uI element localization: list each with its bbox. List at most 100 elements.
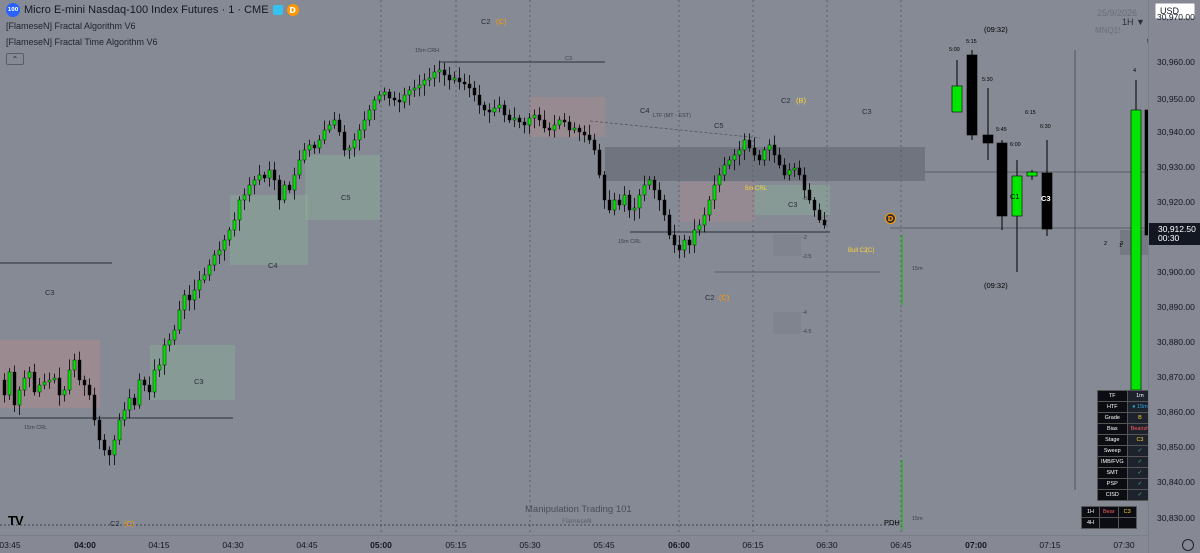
candle-body — [82, 379, 87, 386]
candle-body — [547, 127, 552, 131]
status-key: IMB/FVG — [1097, 456, 1128, 468]
candle-body — [122, 409, 127, 421]
symbol-header[interactable]: 100 Micro E-mini Nasdaq-100 Index Future… — [6, 3, 299, 17]
chevron-up-icon: ⌃ — [11, 54, 19, 64]
candle-body — [807, 189, 812, 201]
collapse-legend-button[interactable]: ⌃ — [6, 53, 24, 65]
status-key: PSP — [1097, 478, 1128, 490]
candle-body — [462, 81, 467, 85]
demand-zone — [305, 155, 380, 220]
candle-body — [367, 109, 372, 121]
status-key: SMT — [1097, 467, 1128, 479]
label-c2-b-tag: (B) — [796, 96, 806, 105]
price-tick: 30,900.00 — [1157, 267, 1195, 277]
candle-body — [702, 214, 707, 226]
label-c5-left: C5 — [341, 193, 351, 202]
label-c4-mid: C4 — [640, 106, 650, 115]
candle-body — [562, 119, 567, 123]
symbol-title[interactable]: Micro E-mini Nasdaq-100 Index Futures · … — [24, 4, 269, 16]
indicator-legend-2[interactable]: [FlameseN] Fractal Time Algorithm V6 — [6, 37, 158, 47]
delayed-data-badge[interactable]: D — [286, 4, 299, 16]
candle-body — [447, 74, 452, 81]
htf-cell: 1H — [1081, 506, 1100, 518]
candle-body — [727, 159, 732, 166]
candle-body — [457, 77, 462, 83]
candle-body — [287, 184, 292, 191]
label-n2: 2 — [1104, 241, 1108, 247]
label-pdh: PDH — [884, 518, 900, 527]
candle-body — [632, 207, 637, 211]
candle-body — [282, 184, 287, 201]
candle-body — [22, 377, 27, 391]
label-c3-htf: C3 — [1041, 194, 1051, 203]
status-value: ✓ — [1126, 478, 1148, 490]
label-15m-crl-mid: 15m CRL — [618, 239, 642, 245]
candle-body — [657, 189, 662, 201]
candle-body — [372, 99, 377, 111]
label-5m-crl: 5m CRL — [745, 186, 768, 192]
candle-body — [157, 364, 162, 371]
time-tick: 05:15 — [445, 540, 467, 550]
candle-body — [782, 164, 787, 176]
candle-body — [592, 139, 597, 151]
candle-body — [587, 134, 592, 141]
chart-pane[interactable]: 100 Micro E-mini Nasdaq-100 Index Future… — [0, 0, 1148, 535]
candle-body — [672, 234, 677, 246]
label-c3-top: C3 — [565, 56, 573, 62]
candle-body — [602, 174, 607, 201]
time-tick: 04:00 — [74, 540, 96, 550]
status-value: ✓ — [1126, 445, 1148, 457]
time-tick: 04:45 — [296, 540, 318, 550]
price-chart[interactable] — [0, 0, 1148, 535]
candle-body — [57, 377, 62, 396]
time-tick: 04:30 — [222, 540, 244, 550]
time-tick: 06:30 — [816, 540, 838, 550]
candle-body — [472, 87, 477, 96]
status-value: ✓ — [1126, 456, 1148, 468]
label-c3-box: C3 — [788, 200, 798, 209]
status-value: ● 15m — [1126, 401, 1148, 413]
candle-body — [437, 69, 442, 73]
candle-body — [172, 329, 177, 341]
candle-body — [647, 179, 652, 186]
bar-countdown: 00:30 — [1158, 233, 1180, 243]
label-level-b: -2.5 — [802, 254, 812, 260]
candle-body — [617, 199, 622, 206]
level-box — [773, 234, 801, 256]
candle-body — [327, 124, 332, 131]
candle-body — [397, 99, 402, 103]
candle-body — [182, 294, 187, 311]
label-c4-left: C4 — [268, 261, 278, 270]
time-tick: 05:00 — [370, 540, 392, 550]
price-tick: 30,940.00 — [1157, 127, 1195, 137]
candle-body — [677, 244, 682, 251]
candle-body — [52, 377, 57, 381]
status-row: Sweep ✓ — [1097, 445, 1148, 457]
watermark-title: Manipulation Trading 101 — [525, 504, 632, 515]
candle-body — [387, 91, 392, 99]
candle-body — [667, 214, 672, 236]
candle-body — [627, 194, 632, 211]
candle-body — [347, 147, 352, 151]
gear-icon[interactable] — [1182, 539, 1194, 551]
label-t615: 6:15 — [1025, 110, 1036, 116]
time-tick: 03:45 — [0, 540, 21, 550]
candle-body — [217, 249, 222, 256]
status-key: Sweep — [1097, 445, 1128, 457]
candle-body — [7, 371, 12, 396]
label-c2-bottom-tag: (C) — [124, 519, 135, 528]
level-box — [773, 312, 801, 334]
candle-body — [37, 384, 42, 393]
status-row: CISD ✓ — [1097, 489, 1148, 501]
market-status-icon — [272, 5, 283, 15]
candle-body — [27, 371, 32, 379]
candle-body — [222, 239, 227, 251]
label-t600: 6:00 — [1010, 142, 1021, 148]
candle-body — [212, 254, 217, 266]
candle-body — [317, 139, 322, 149]
demand-zone — [150, 345, 235, 400]
tradingview-logo[interactable]: TV — [8, 513, 24, 528]
price-tick: 30,840.00 — [1157, 477, 1195, 487]
indicator-legend-1[interactable]: [FlameseN] Fractal Algorithm V6 — [6, 21, 136, 31]
candle-body — [767, 144, 772, 151]
